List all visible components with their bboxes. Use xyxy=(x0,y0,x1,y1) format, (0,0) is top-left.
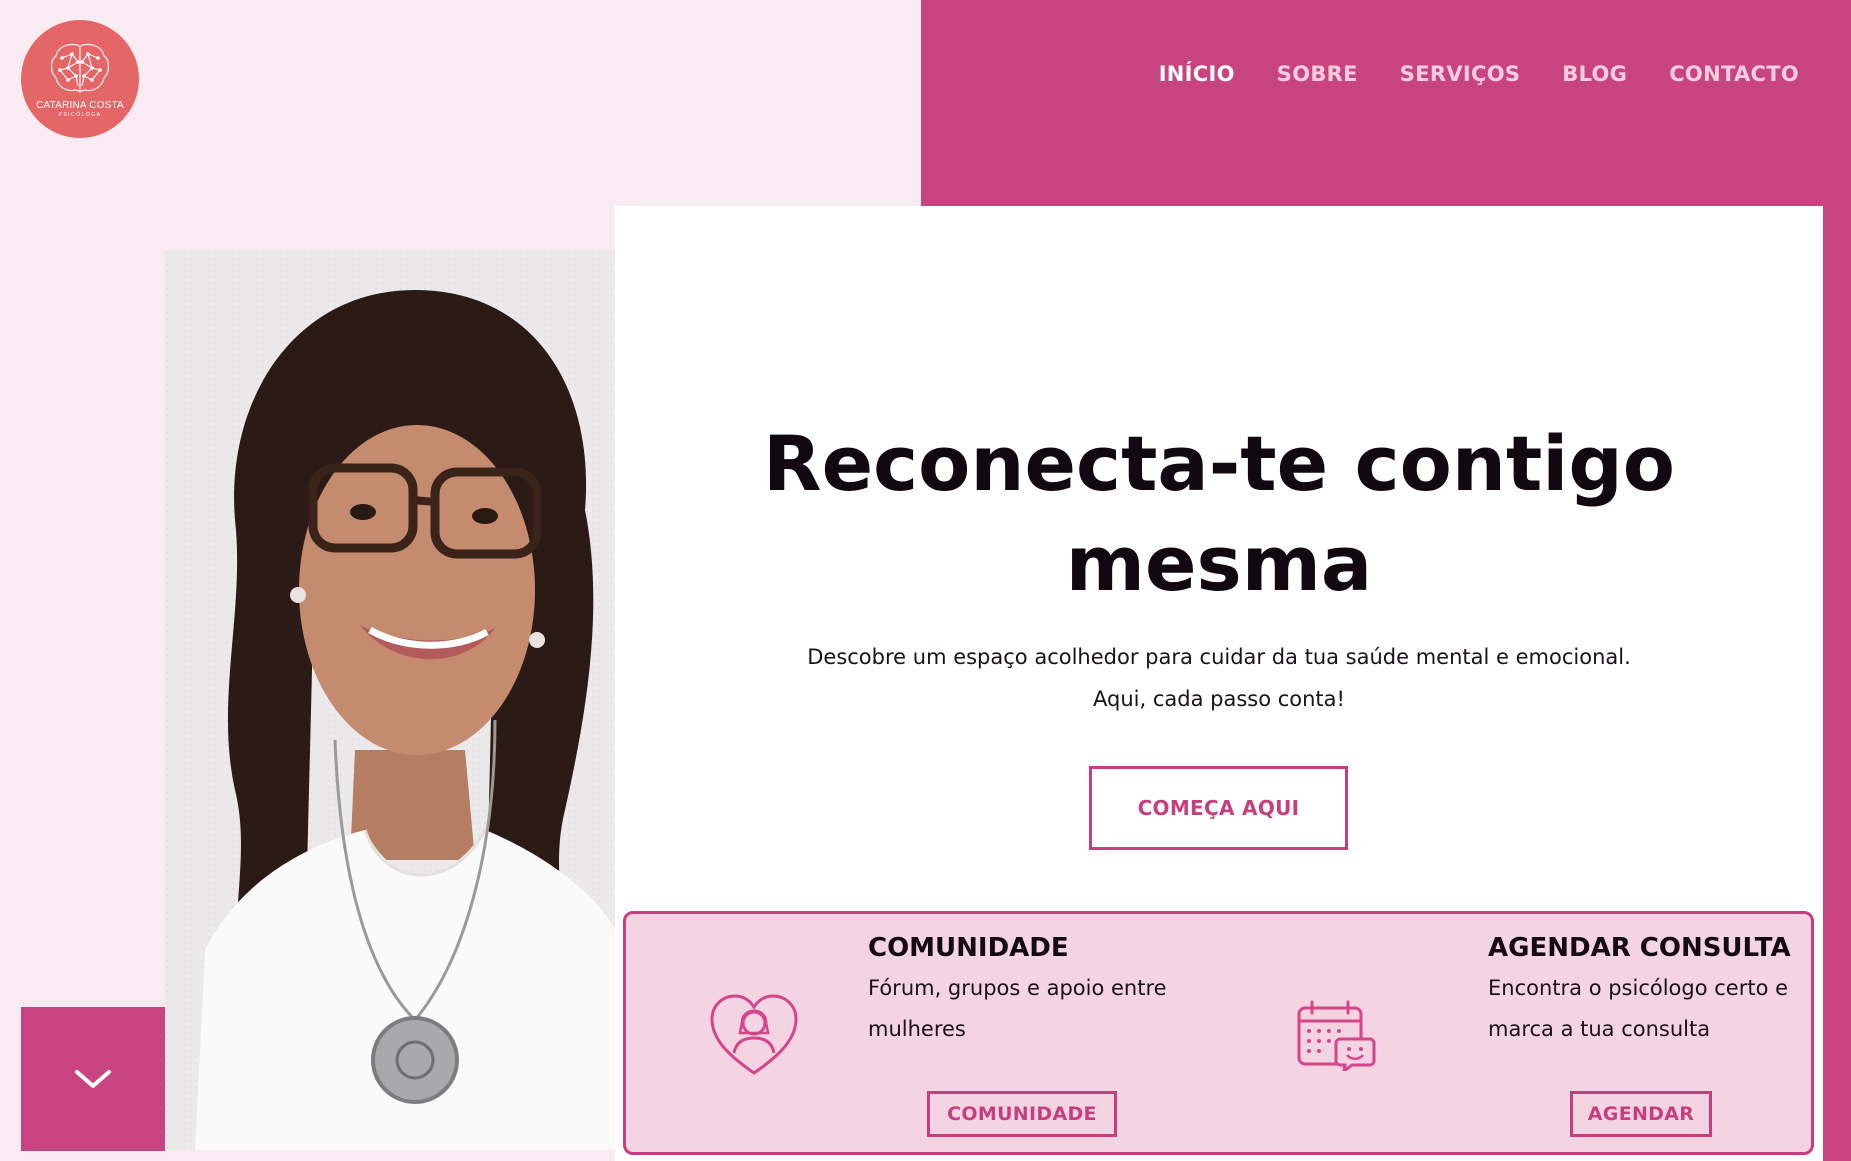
nav-item-contacto[interactable]: CONTACTO xyxy=(1669,62,1799,86)
logo-name: CATARINA COSTA xyxy=(36,100,124,111)
hero-subtitle: Descobre um espaço acolhedor para cuidar… xyxy=(615,636,1823,720)
booking-desc-line-2: marca a tua consulta xyxy=(1488,1017,1711,1041)
hero-title-line-1: Reconecta-te contigo xyxy=(763,419,1675,508)
booking-title: AGENDAR CONSULTA xyxy=(1488,933,1791,963)
features-panel: COMUNIDADE Fórum, grupos e apoio entre m… xyxy=(623,911,1814,1155)
main-nav: INÍCIO SOBRE SERVIÇOS BLOG CONTACTO xyxy=(1159,62,1799,86)
booking-button[interactable]: AGENDAR xyxy=(1570,1091,1712,1137)
community-button[interactable]: COMUNIDADE xyxy=(927,1091,1117,1137)
community-title: COMUNIDADE xyxy=(868,933,1069,963)
portrait-photo xyxy=(165,250,615,1150)
booking-desc-line-1: Encontra o psicólogo certo e xyxy=(1488,976,1789,1000)
heart-person-icon xyxy=(710,994,798,1075)
booking-description: Encontra o psicólogo certo e marca a tua… xyxy=(1488,968,1788,1050)
brand-logo[interactable]: CATARINA COSTA PSICÓLOGA xyxy=(21,20,139,138)
brain-network-icon xyxy=(50,43,110,93)
community-desc-line-1: Fórum, grupos e apoio entre xyxy=(868,976,1167,1000)
chevron-down-icon xyxy=(75,1070,111,1088)
hero-subtitle-line-1: Descobre um espaço acolhedor para cuidar… xyxy=(807,645,1631,669)
nav-item-sobre[interactable]: SOBRE xyxy=(1277,62,1358,86)
nav-item-servicos[interactable]: SERVIÇOS xyxy=(1400,62,1521,86)
hero-subtitle-line-2: Aqui, cada passo conta! xyxy=(1093,687,1345,711)
nav-item-blog[interactable]: BLOG xyxy=(1562,62,1627,86)
community-desc-line-2: mulheres xyxy=(868,1017,966,1041)
scroll-down-button[interactable] xyxy=(21,1007,165,1151)
logo-subtitle: PSICÓLOGA xyxy=(58,112,102,118)
calendar-chat-icon xyxy=(1297,1000,1376,1071)
nav-item-inicio[interactable]: INÍCIO xyxy=(1159,62,1235,86)
start-here-button[interactable]: COMEÇA AQUI xyxy=(1089,766,1348,850)
community-description: Fórum, grupos e apoio entre mulheres xyxy=(868,968,1167,1050)
hero-title: Reconecta-te contigo mesma xyxy=(615,414,1823,614)
hero-title-line-2: mesma xyxy=(1065,519,1373,608)
